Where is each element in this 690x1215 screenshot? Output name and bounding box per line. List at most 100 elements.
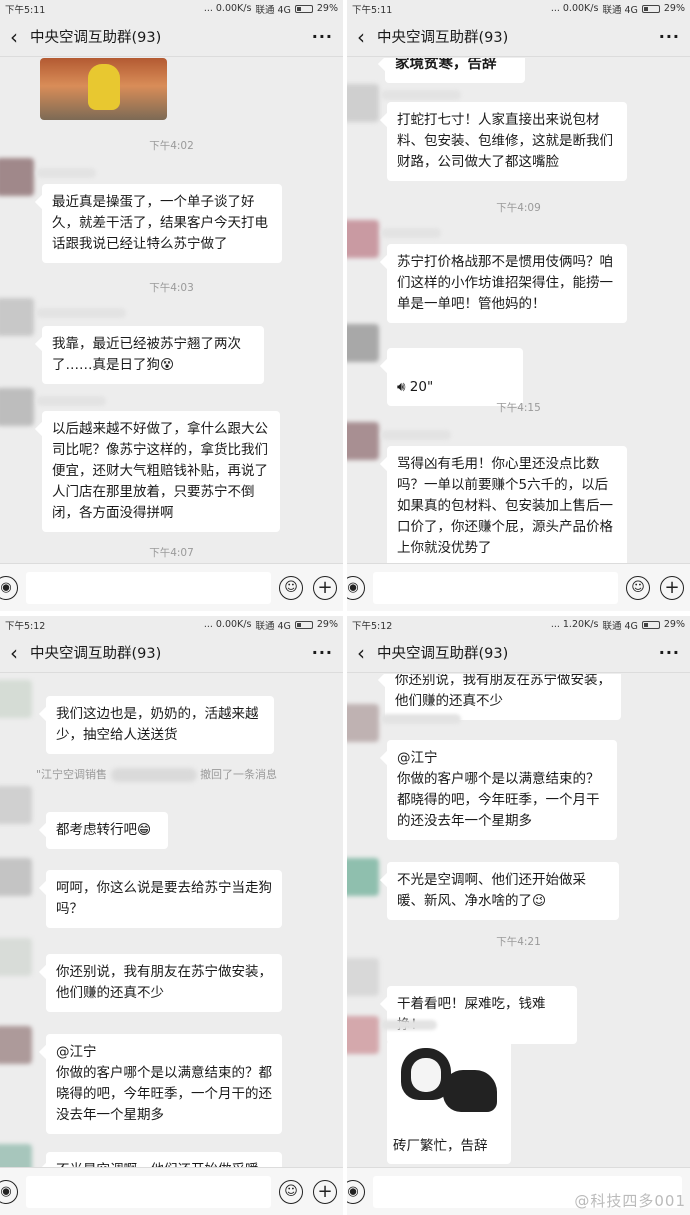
message-input[interactable] [26, 1175, 271, 1208]
battery-icon [641, 620, 660, 629]
more-dots-icon[interactable]: ··· [312, 27, 333, 46]
voice-wave-icon: 🔊︎ [397, 379, 410, 395]
voice-input-icon[interactable]: ◉ [347, 1179, 365, 1204]
back-arrow-icon[interactable]: ‹ [357, 27, 365, 47]
image-message[interactable] [40, 58, 167, 120]
sender-name [381, 714, 461, 724]
carrier: 联通 4G [255, 4, 291, 16]
message-bubble[interactable]: 不光是空调啊、他们还开始做采暖、新风、净水啥的了😉 [387, 862, 619, 920]
avatar[interactable] [347, 704, 379, 742]
message-bubble[interactable]: 你还别说，我有朋友在苏宁做安装，他们赚的还真不少 [46, 954, 282, 1012]
avatar[interactable] [0, 1026, 32, 1064]
message-bubble[interactable]: 骂得凶有毛用！你心里还没点比数吗？一单以前要赚个5六千的，以后如果真的包材料、包… [387, 446, 627, 563]
message-input[interactable] [373, 571, 618, 604]
more-dots-icon[interactable]: ··· [659, 27, 680, 46]
panda-arm [443, 1070, 497, 1112]
battery-level: 29% [316, 3, 338, 14]
sender-name [36, 396, 106, 406]
input-bar: ◉ ☺ + [0, 1167, 343, 1215]
chat-header: ‹ 中央空调互助群(93) ··· [0, 633, 343, 673]
sticker-caption[interactable]: 家境贫寒，告辞 [385, 58, 525, 83]
sticker-message[interactable]: 砖厂繁忙，告辞 [387, 1040, 511, 1164]
carrier: 联通 4G [602, 4, 638, 16]
emoji-icon[interactable]: ☺ [279, 1179, 303, 1204]
pikachu-image [88, 64, 120, 110]
message-bubble[interactable]: 以后越来越不好做了，拿什么跟大公司比呢？像苏宁这样的，拿货比我们便宜，还财大气粗… [42, 411, 280, 532]
message-bubble[interactable]: 最近真是操蛋了，一个单子谈了好久，就差干活了，结果客户今天打电话跟我说已经让特么… [42, 184, 282, 263]
chat-title: 中央空调互助群(93) [377, 646, 509, 662]
message-bubble[interactable]: 我们这边也是，奶奶的，活越来越少，抽空给人送送货 [46, 696, 274, 754]
carrier: 联通 4G [602, 620, 638, 632]
chat-header: ‹ 中央空调互助群(93) ··· [347, 17, 690, 57]
carrier: 联通 4G [255, 620, 291, 632]
battery-level: 29% [663, 619, 685, 630]
status-time: 下午5:11 [352, 4, 393, 16]
message-input[interactable] [26, 571, 271, 604]
chat-title: 中央空调互助群(93) [377, 30, 509, 46]
voice-duration: 20" [409, 379, 434, 395]
avatar[interactable] [347, 422, 379, 460]
avatar[interactable] [0, 158, 34, 196]
recall-notice: "江宁空调销售 撤回了一条消息 [36, 766, 343, 782]
status-bar: 下午5:11 ... 0.00K/s 联通 4G 29% [347, 0, 690, 17]
status-bar: 下午5:12 ... 1.20K/s 联通 4G 29% [347, 616, 690, 633]
panda-face-inner [411, 1058, 441, 1092]
message-bubble[interactable]: 我靠，最近已经被苏宁翘了两次了……真是日了狗😵 [42, 326, 264, 384]
plus-icon[interactable]: + [313, 575, 337, 600]
avatar[interactable] [347, 324, 379, 362]
sender-name [381, 430, 451, 440]
avatar[interactable] [347, 858, 379, 896]
timestamp: 下午4:09 [496, 202, 541, 214]
emoji-icon[interactable]: ☺ [279, 575, 303, 600]
avatar[interactable] [0, 388, 34, 426]
network-speed: ... 0.00K/s [203, 3, 252, 14]
status-time: 下午5:12 [5, 620, 46, 632]
avatar[interactable] [0, 298, 34, 336]
plus-icon[interactable]: + [313, 1179, 337, 1204]
timestamp: 下午4:15 [496, 402, 541, 414]
voice-input-icon[interactable]: ◉ [0, 575, 18, 600]
back-arrow-icon[interactable]: ‹ [10, 643, 18, 663]
back-arrow-icon[interactable]: ‹ [10, 27, 18, 47]
voice-input-icon[interactable]: ◉ [0, 1179, 18, 1204]
avatar[interactable] [0, 1144, 32, 1167]
network-speed: ... 0.00K/s [550, 3, 599, 14]
message-list[interactable]: 我们这边也是，奶奶的，活越来越少，抽空给人送送货 "江宁空调销售 撤回了一条消息… [0, 674, 343, 1167]
sticker-caption: 砖厂繁忙，告辞 [387, 1132, 511, 1161]
battery-icon [294, 4, 313, 13]
message-bubble[interactable]: 打蛇打七寸！人家直接出来说包材料、包安装、包维修，这就是断我们财路，公司做大了都… [387, 102, 627, 181]
voice-message[interactable]: 🔊︎ 20" [387, 348, 523, 406]
message-bubble[interactable]: 干着看吧！屎难吃，钱难挣！ [387, 986, 577, 1044]
plus-icon[interactable]: + [660, 575, 684, 600]
avatar[interactable] [347, 220, 379, 258]
more-dots-icon[interactable]: ··· [312, 643, 333, 662]
message-list[interactable]: 你还别说，我有朋友在苏宁做安装，他们赚的还真不少 @江宁 你做的客户哪个是以满意… [347, 674, 690, 1167]
message-list[interactable]: 家境贫寒，告辞 打蛇打七寸！人家直接出来说包材料、包安装、包维修，这就是断我们财… [347, 58, 690, 563]
network-speed: ... 0.00K/s [203, 619, 252, 630]
message-list[interactable]: 下午4:02 最近真是操蛋了，一个单子谈了好久，就差干活了，结果客户今天打电话跟… [0, 58, 343, 563]
status-bar: 下午5:11 ... 0.00K/s 联通 4G 29% [0, 0, 343, 17]
back-arrow-icon[interactable]: ‹ [357, 643, 365, 663]
network-speed: ... 1.20K/s [550, 619, 599, 630]
timestamp: 下午4:02 [149, 140, 194, 152]
message-bubble[interactable]: 苏宁打价格战那不是惯用伎俩吗？咱们这样的小作坊谁招架得住，能捞一单是一单吧！管他… [387, 244, 627, 323]
avatar[interactable] [347, 958, 379, 996]
avatar[interactable] [347, 1016, 379, 1054]
avatar[interactable] [0, 680, 32, 718]
battery-icon [641, 4, 660, 13]
message-bubble[interactable]: 呵呵，你这么说是要去给苏宁当走狗吗？ [46, 870, 282, 928]
sender-name [36, 168, 96, 178]
message-bubble[interactable]: @江宁 你做的客户哪个是以满意结束的？都晓得的吧，今年旺季，一个月干的还没去年一… [387, 740, 617, 840]
message-bubble[interactable]: @江宁 你做的客户哪个是以满意结束的？都晓得的吧，今年旺季，一个月干的还没去年一… [46, 1034, 282, 1134]
timestamp: 下午4:03 [149, 282, 194, 294]
avatar[interactable] [0, 786, 32, 824]
message-bubble[interactable]: 不光是空调啊、他们还开始做采暖、 [46, 1152, 282, 1167]
battery-icon [294, 620, 313, 629]
emoji-icon[interactable]: ☺ [626, 575, 650, 600]
avatar[interactable] [0, 938, 32, 976]
voice-input-icon[interactable]: ◉ [347, 575, 365, 600]
avatar[interactable] [0, 858, 32, 896]
avatar[interactable] [347, 84, 379, 122]
more-dots-icon[interactable]: ··· [659, 643, 680, 662]
message-bubble[interactable]: 都考虑转行吧😁 [46, 812, 168, 849]
